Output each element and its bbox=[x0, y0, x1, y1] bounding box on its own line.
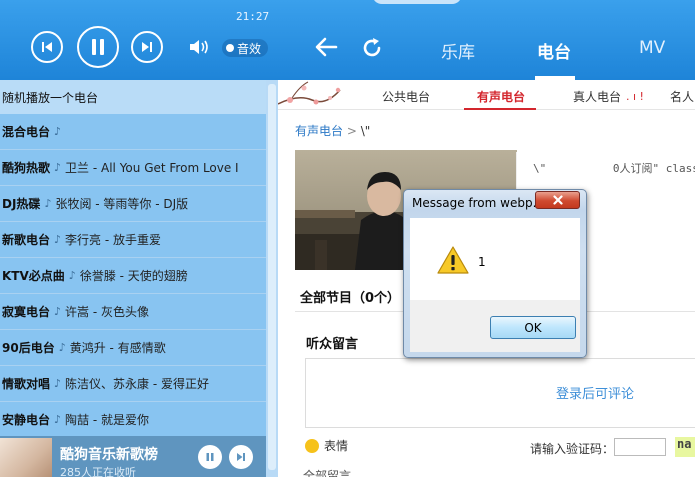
login-to-comment-link[interactable]: 登录后可评论 bbox=[556, 383, 634, 402]
channel-current-song: 陶喆 - 就是爱你 bbox=[65, 413, 150, 427]
channel-current-song: 许嵩 - 灰色头像 bbox=[65, 305, 150, 319]
channel-current-song: 李行亮 - 放手重爱 bbox=[65, 233, 162, 247]
channel-current-song: 陈洁仪、苏永康 - 爱得正好 bbox=[65, 377, 210, 391]
music-note-icon: ♪ bbox=[54, 125, 62, 138]
channel-name: 情歌对唱 bbox=[2, 377, 51, 391]
channel-name: 酷狗热歌 bbox=[2, 161, 51, 175]
skip-previous-icon bbox=[42, 42, 52, 52]
pause-button[interactable] bbox=[77, 26, 119, 68]
comment-textarea[interactable]: 登录后可评论 bbox=[305, 358, 695, 428]
radio-category-nav: 公共电台 有声电台 真人电台 . ı ! 名人 bbox=[278, 80, 695, 110]
skip-next-icon bbox=[237, 453, 245, 461]
dialog-message: 1 bbox=[478, 255, 486, 269]
music-note-icon: ♪ bbox=[58, 341, 66, 354]
now-playing-bar[interactable]: 酷狗音乐新歌榜 285人正在收听 bbox=[0, 436, 266, 477]
station-title: \" bbox=[533, 162, 547, 175]
channel-name: KTV必点曲 bbox=[2, 269, 65, 283]
random-play-item[interactable]: 随机播放一个电台 bbox=[0, 80, 266, 114]
smiley-icon bbox=[305, 438, 319, 453]
subtab-audio-radio[interactable]: 有声电台 bbox=[477, 88, 525, 105]
mini-pause-button[interactable] bbox=[198, 445, 222, 469]
captcha-image[interactable]: na bbox=[675, 437, 695, 457]
refresh-icon[interactable] bbox=[360, 36, 384, 60]
pause-icon bbox=[206, 453, 214, 461]
radio-channel-row[interactable]: 新歌电台 ♪ 李行亮 - 放手重爱 bbox=[0, 222, 266, 258]
music-note-icon: ♪ bbox=[44, 197, 52, 210]
now-playing-listeners: 285人正在收听 bbox=[60, 466, 136, 477]
channel-name: 新歌电台 bbox=[2, 233, 51, 247]
subtab-live-radio[interactable]: 真人电台 bbox=[573, 88, 621, 105]
subtab-public-radio[interactable]: 公共电台 bbox=[382, 88, 430, 105]
tab-radio[interactable]: 电台 bbox=[537, 38, 571, 63]
music-note-icon: ♪ bbox=[68, 269, 76, 282]
warning-icon bbox=[437, 246, 469, 274]
radio-channel-row[interactable]: 安静电台 ♪ 陶喆 - 就是爱你 bbox=[0, 402, 266, 438]
breadcrumb: 有声电台 > \" bbox=[295, 122, 370, 139]
all-comments-heading: 全部留言 bbox=[303, 469, 352, 477]
music-note-icon: ♪ bbox=[54, 233, 62, 246]
radio-channel-row[interactable]: KTV必点曲 ♪ 徐誉滕 - 天使的翅膀 bbox=[0, 258, 266, 294]
breadcrumb-separator: > bbox=[346, 124, 357, 138]
music-note-icon: ♪ bbox=[54, 377, 62, 390]
now-playing-thumbnail bbox=[0, 438, 52, 477]
breadcrumb-current: \" bbox=[360, 124, 371, 138]
skip-next-icon bbox=[142, 42, 152, 52]
sound-effect-toggle[interactable]: 音效 bbox=[222, 39, 268, 57]
radio-channel-row[interactable]: 寂寞电台 ♪ 许嵩 - 灰色头像 bbox=[0, 294, 266, 330]
tab-library[interactable]: 乐库 bbox=[441, 38, 475, 63]
channel-current-song: 张牧阅 - 等雨等你 - DJ版 bbox=[55, 197, 189, 211]
channel-name: DJ热碟 bbox=[2, 197, 41, 211]
radio-channel-row[interactable]: 混合电台 ♪ bbox=[0, 114, 266, 150]
music-note-icon: ♪ bbox=[54, 305, 62, 318]
sound-effect-label: 音效 bbox=[237, 41, 262, 56]
all-programs-tab[interactable]: 全部节目（0个） bbox=[300, 287, 400, 306]
previous-button[interactable] bbox=[31, 31, 63, 63]
dialog-close-button[interactable] bbox=[535, 191, 580, 209]
now-playing-title: 酷狗音乐新歌榜 bbox=[60, 447, 158, 463]
emoji-label: 表情 bbox=[324, 439, 349, 453]
channel-name: 寂寞电台 bbox=[2, 305, 51, 319]
emoji-button[interactable]: 表情 bbox=[305, 437, 348, 454]
active-subtab-indicator bbox=[464, 108, 536, 110]
player-bar: 21:27 音效 乐库 电台 MV bbox=[0, 0, 695, 80]
volume-icon[interactable] bbox=[188, 38, 210, 56]
channel-name: 90后电台 bbox=[2, 341, 55, 355]
captcha-input[interactable] bbox=[614, 438, 666, 456]
captcha-label: 请输入验证码： bbox=[530, 442, 615, 456]
radio-channel-row[interactable]: 酷狗热歌 ♪ 卫兰 - All You Get From Love I bbox=[0, 150, 266, 186]
listener-comments-title: 听众留言 bbox=[306, 337, 359, 352]
plum-blossom-decoration-icon bbox=[278, 81, 341, 105]
dialog-footer: OK bbox=[410, 300, 580, 352]
pause-icon bbox=[92, 39, 104, 55]
breadcrumb-root-link[interactable]: 有声电台 bbox=[295, 124, 343, 138]
channel-name: 混合电台 bbox=[2, 125, 51, 139]
channel-current-song: 黄鸿升 - 有感情歌 bbox=[69, 341, 166, 355]
station-info: \" 0人订阅" class= bbox=[533, 160, 695, 176]
music-note-icon: ♪ bbox=[54, 161, 62, 174]
subscriber-count: 0人订阅" class= bbox=[612, 162, 695, 175]
radio-channel-list: 随机播放一个电台 混合电台 ♪ 酷狗热歌 ♪ 卫兰 - All You Get From… bbox=[0, 80, 278, 477]
live-signal-marks: . ı ! bbox=[626, 90, 644, 103]
next-button[interactable] bbox=[131, 31, 163, 63]
channel-name: 安静电台 bbox=[2, 413, 51, 427]
window-drag-handle[interactable] bbox=[372, 0, 462, 4]
toggle-dot-icon bbox=[226, 44, 234, 52]
subtab-celebrity-radio[interactable]: 名人 bbox=[670, 88, 694, 105]
mini-next-button[interactable] bbox=[229, 445, 253, 469]
tab-mv[interactable]: MV bbox=[639, 38, 665, 58]
channel-current-song: 卫兰 - All You Get From Love I bbox=[65, 161, 239, 175]
clock: 21:27 bbox=[236, 10, 270, 23]
dialog-body: 1 bbox=[410, 218, 580, 300]
music-note-icon: ♪ bbox=[54, 413, 62, 426]
radio-channel-row[interactable]: 情歌对唱 ♪ 陈洁仪、苏永康 - 爱得正好 bbox=[0, 366, 266, 402]
close-icon bbox=[552, 195, 563, 205]
ok-button[interactable]: OK bbox=[490, 316, 576, 339]
radio-channel-row[interactable]: DJ热碟 ♪ 张牧阅 - 等雨等你 - DJ版 bbox=[0, 186, 266, 222]
alert-dialog: Message from webp... 1 OK bbox=[403, 189, 587, 358]
radio-channel-row[interactable]: 90后电台 ♪ 黄鸿升 - 有感情歌 bbox=[0, 330, 266, 366]
back-arrow-icon[interactable] bbox=[314, 36, 338, 58]
channel-current-song: 徐誉滕 - 天使的翅膀 bbox=[79, 269, 188, 283]
list-scrollbar-thumb[interactable] bbox=[268, 84, 276, 470]
dialog-title[interactable]: Message from webp... bbox=[412, 196, 544, 210]
